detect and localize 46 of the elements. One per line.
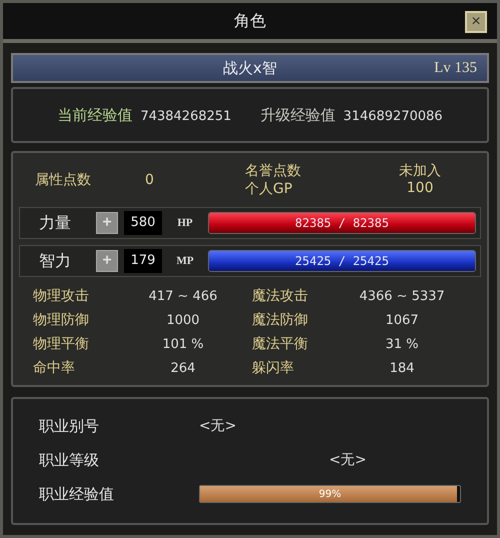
stat-name: 魔法防御 xyxy=(252,311,309,329)
job-grade-value: <无> xyxy=(329,451,366,469)
job-grade-label: 职业等级 xyxy=(38,450,100,470)
character-name: 战火x智 xyxy=(223,58,277,78)
gp-label: 个人GP xyxy=(245,180,294,198)
stat-number: 184 xyxy=(388,360,416,376)
bar-text: 25425 / 25425 xyxy=(295,254,389,268)
stat-value: 179 xyxy=(124,249,162,273)
bar-text: 82385 / 82385 xyxy=(295,216,389,230)
attribute-points-label: 属性点数 xyxy=(35,171,92,189)
stat-name: 物理攻击 xyxy=(33,287,90,305)
bar-label: MP xyxy=(175,255,195,267)
job-exp-text: 99% xyxy=(318,488,342,500)
stat-number: 101 % xyxy=(161,336,205,352)
plus-button[interactable]: + xyxy=(96,212,118,234)
stat-name: 躲闪率 xyxy=(252,359,295,377)
stat-number: 417 ~ 466 xyxy=(148,288,218,304)
stat-number: 31 % xyxy=(384,336,420,352)
job-exp-label: 职业经验值 xyxy=(38,484,115,504)
stat-number: 1000 xyxy=(165,312,201,328)
experience-value: 74384268251 xyxy=(140,108,232,124)
job-alias-label: 职业别号 xyxy=(38,416,100,436)
bar-label: HP xyxy=(176,217,194,229)
stat-name: 物理平衡 xyxy=(33,335,90,353)
honor-label: 名誉点数 xyxy=(245,162,302,180)
plus-button[interactable]: + xyxy=(96,250,118,272)
stat-label: 智力 xyxy=(38,250,72,272)
stat-name: 魔法攻击 xyxy=(252,287,309,305)
window-title: 角色 xyxy=(234,10,266,32)
experience-label: 升级经验值 xyxy=(260,106,336,124)
honor-value: 未加入 xyxy=(398,162,442,180)
stat-name: 魔法平衡 xyxy=(252,335,309,353)
stat-number: 1067 xyxy=(384,312,420,328)
stat-name: 命中率 xyxy=(33,359,76,377)
stat-number: 4366 ~ 5337 xyxy=(358,288,446,304)
stat-label: 力量 xyxy=(38,212,72,234)
stat-name: 物理防御 xyxy=(33,311,90,329)
gp-value: 100 xyxy=(406,180,434,198)
stat-number: 264 xyxy=(170,360,196,376)
attribute-points-value: 0 xyxy=(145,172,155,188)
job-alias-value: <无> xyxy=(199,417,236,435)
character-level: Lv 135 xyxy=(434,60,477,76)
experience-value: 314689270086 xyxy=(343,108,443,124)
stat-value: 580 xyxy=(124,211,162,235)
experience-label: 当前经验值 xyxy=(57,106,132,124)
close-button[interactable]: × xyxy=(465,11,487,33)
